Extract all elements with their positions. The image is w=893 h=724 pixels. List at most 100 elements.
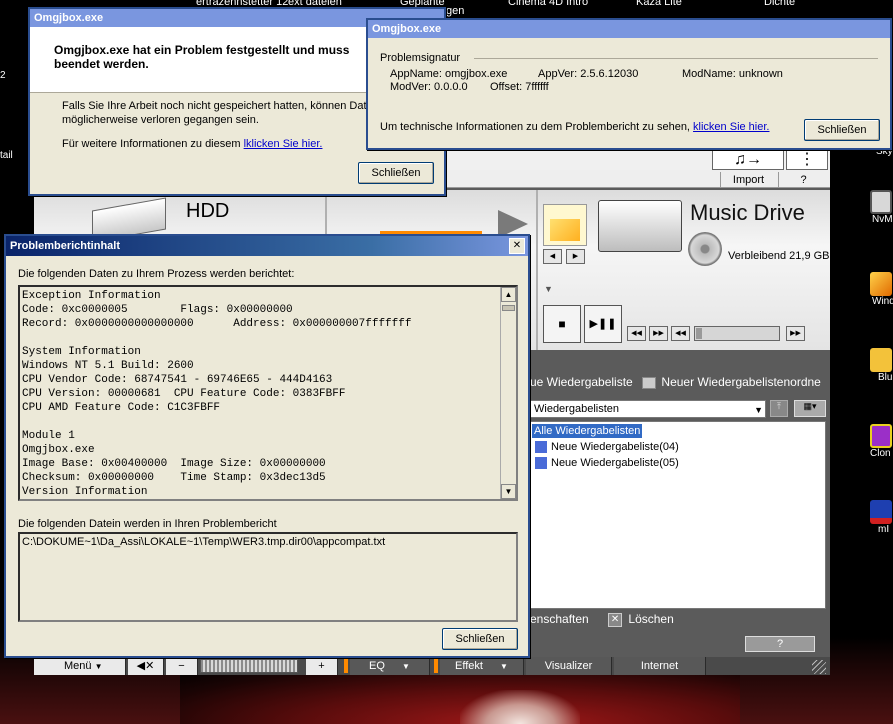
properties-button[interactable]: enschaften bbox=[530, 612, 589, 626]
winamp-icon bbox=[870, 272, 892, 296]
more-info-text: Für weitere Informationen zu diesem lkli… bbox=[62, 138, 322, 150]
scroll-up-button[interactable]: ▲ bbox=[501, 287, 516, 302]
desktop-icon-nvm[interactable]: NvM bbox=[870, 190, 893, 225]
wallpaper-highlight bbox=[460, 690, 580, 724]
volume-up-button[interactable]: + bbox=[306, 657, 338, 675]
more-button[interactable]: ⋮ bbox=[786, 150, 828, 170]
import-button[interactable]: Import bbox=[720, 172, 776, 188]
app-version: AppVer: 2.5.6.12030 bbox=[538, 68, 639, 80]
chevron-down-icon: ▼ bbox=[402, 662, 410, 671]
files-label: Die folgenden Datein werden in Ihren Pro… bbox=[18, 518, 277, 530]
desktop-icon-winamp[interactable]: Wind bbox=[870, 272, 893, 307]
collapse-arrow-icon[interactable]: ▼ bbox=[544, 284, 553, 294]
upload-icon: ⤒ bbox=[777, 401, 781, 411]
upload-button[interactable]: ⤒ bbox=[770, 400, 788, 417]
menu-button[interactable]: Menü ▼ bbox=[34, 657, 126, 675]
report-line: CPU AMD Feature Code: C1C3FBFF bbox=[22, 402, 221, 414]
disk-usage-icon bbox=[688, 232, 722, 266]
file-path[interactable]: C:\DOKUME~1\Da_Assi\LOKALE~1\Temp\WER3.t… bbox=[22, 536, 385, 548]
tech-info-link[interactable]: klicken Sie hier. bbox=[693, 121, 769, 133]
next-page-button[interactable]: ▶ bbox=[566, 249, 585, 264]
close-button[interactable]: Schließen bbox=[442, 628, 518, 650]
playlist-help-button[interactable]: ? bbox=[745, 636, 815, 652]
report-line: Omgjbox.exe bbox=[22, 444, 95, 456]
desktop-label[interactable]: Dichte bbox=[764, 0, 795, 8]
error-heading: Omgjbox.exe hat ein Problem festgestellt… bbox=[54, 43, 350, 71]
volume-down-button[interactable]: − bbox=[166, 657, 198, 675]
scrollbar[interactable]: ▲ ▼ bbox=[500, 287, 516, 499]
desktop-label[interactable]: 2 bbox=[0, 70, 6, 81]
close-button[interactable]: Schließen bbox=[804, 119, 880, 141]
previous-track-button[interactable]: ◀◀ bbox=[627, 326, 646, 341]
files-list[interactable]: C:\DOKUME~1\Da_Assi\LOKALE~1\Temp\WER3.t… bbox=[18, 532, 518, 622]
desktop-label[interactable]: tail bbox=[0, 150, 13, 161]
list-item[interactable]: Neue Wiedergabeliste(04) bbox=[535, 440, 679, 454]
stop-button[interactable]: ■ bbox=[543, 305, 581, 343]
scroll-thumb[interactable] bbox=[502, 305, 515, 311]
tech-info-text: Um technische Informationen zu dem Probl… bbox=[380, 121, 769, 133]
rewind-button[interactable]: ◀◀ bbox=[671, 326, 690, 341]
nvm-icon bbox=[870, 190, 892, 214]
divider bbox=[536, 190, 538, 350]
offset: Offset: 7ffffff bbox=[490, 81, 549, 93]
report-line: CPU Vendor Code: 68747541 - 69746E65 - 4… bbox=[22, 374, 333, 386]
desktop-icon-label: Wind bbox=[872, 296, 893, 307]
menu-label: Menü bbox=[64, 660, 92, 672]
desktop-label[interactable]: Kaza Lite bbox=[636, 0, 682, 8]
eq-label: EQ bbox=[369, 660, 385, 672]
forward-button[interactable]: ▶▶ bbox=[786, 326, 805, 341]
chevron-down-icon: ▼ bbox=[94, 662, 103, 671]
hdd-label: HDD bbox=[186, 200, 230, 222]
desktop-icon-blue[interactable]: Blu bbox=[870, 348, 892, 383]
seek-thumb[interactable] bbox=[696, 328, 702, 339]
desktop-icon-label: Clon bbox=[870, 448, 891, 459]
eq-button[interactable]: EQ ▼ bbox=[350, 657, 430, 675]
playlist-list: Alle Wiedergabelisten Neue Wiedergabelis… bbox=[530, 421, 826, 609]
close-icon[interactable]: ✕ bbox=[509, 238, 525, 254]
mute-button[interactable]: ◀✕ bbox=[128, 657, 164, 675]
clonecd-icon bbox=[870, 424, 892, 448]
play-pause-button[interactable]: ▶❚❚ bbox=[584, 305, 622, 343]
error-body-text: Falls Sie Ihre Arbeit noch nicht gespeic… bbox=[62, 100, 379, 126]
list-item-label: Neue Wiedergabeliste(05) bbox=[551, 457, 679, 469]
speaker-mute-icon: ◀✕ bbox=[136, 660, 155, 672]
report-line: System Information bbox=[22, 346, 141, 358]
view-options-button[interactable]: ▦▾ bbox=[794, 400, 826, 417]
close-button[interactable]: Schließen bbox=[358, 162, 434, 184]
resize-grip-icon[interactable] bbox=[812, 660, 826, 674]
report-line: Exception Information bbox=[22, 290, 161, 302]
effect-indicator bbox=[434, 659, 438, 673]
help-button[interactable]: ? bbox=[778, 172, 828, 188]
effect-button[interactable]: Effekt ▼ bbox=[440, 657, 524, 675]
grid-view-icon: ▦▾ bbox=[803, 401, 817, 411]
prev-page-button[interactable]: ◀ bbox=[543, 249, 562, 264]
list-item[interactable]: Alle Wiedergabelisten bbox=[532, 424, 643, 438]
report-textarea[interactable]: Exception Information Code: 0xc0000005 Fl… bbox=[18, 285, 518, 501]
more-info-link[interactable]: lklicken Sie hier. bbox=[244, 138, 323, 150]
folder-icon bbox=[870, 348, 892, 372]
new-playlist-folder-label[interactable]: Neuer Wiedergabelistenordne bbox=[661, 375, 820, 389]
volume-slider[interactable] bbox=[200, 659, 298, 673]
new-playlist-label[interactable]: ue Wiedergabeliste bbox=[530, 375, 633, 389]
playlist-header: ue Wiedergabeliste Neuer Wiedergabeliste… bbox=[530, 375, 830, 395]
playlist-dropdown[interactable]: Wiedergabelisten ▼ bbox=[530, 400, 766, 418]
internet-button[interactable]: Internet bbox=[614, 657, 706, 675]
report-line: Code: 0xc0000005 Flags: 0x00000000 bbox=[22, 304, 293, 316]
desktop-icon-clonecd[interactable]: Clon bbox=[870, 424, 892, 459]
chevron-down-icon: ▼ bbox=[500, 662, 508, 671]
seek-slider[interactable] bbox=[694, 326, 780, 341]
visualizer-button[interactable]: Visualizer bbox=[526, 657, 612, 675]
music-notes-button[interactable]: ♫→ bbox=[712, 150, 784, 170]
report-dialog-titlebar[interactable]: Problemberichtinhalt bbox=[6, 236, 528, 256]
group-divider bbox=[474, 58, 878, 59]
desktop-label[interactable]: gen bbox=[446, 5, 464, 17]
delete-button[interactable]: Löschen bbox=[628, 612, 673, 626]
report-intro: Die folgenden Daten zu Ihrem Prozess wer… bbox=[18, 268, 295, 280]
signature-dialog-titlebar[interactable]: Omgjbox.exe bbox=[368, 20, 890, 38]
list-item[interactable]: Neue Wiedergabeliste(05) bbox=[535, 456, 679, 470]
next-track-button[interactable]: ▶▶ bbox=[649, 326, 668, 341]
scroll-down-button[interactable]: ▼ bbox=[501, 484, 516, 499]
desktop-icon-mirc[interactable]: mI bbox=[870, 500, 892, 535]
delete-icon: ✕ bbox=[608, 612, 623, 627]
desktop-label[interactable]: Cinema 4D Intro bbox=[508, 0, 588, 8]
